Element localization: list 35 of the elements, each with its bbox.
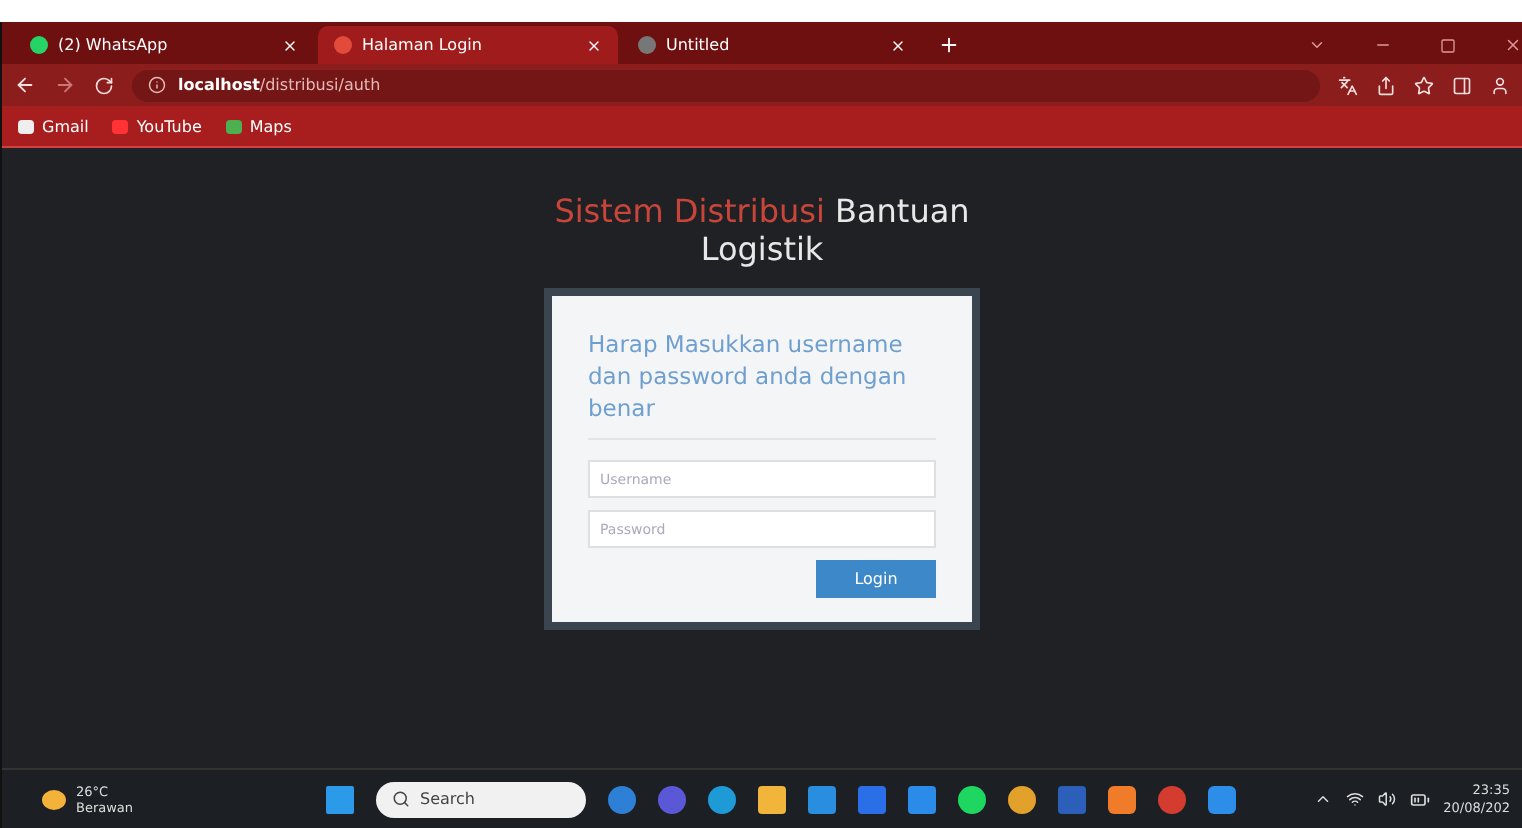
login-button[interactable]: Login xyxy=(816,560,936,598)
page-heading: Sistem Distribusi Bantuan Logistik xyxy=(552,192,972,268)
address-bar[interactable]: localhost/distribusi/auth xyxy=(132,69,1320,101)
new-tab-icon[interactable] xyxy=(938,34,960,56)
bookmark-link[interactable]: Gmail xyxy=(18,117,89,135)
browser-tab[interactable]: (2) WhatsApp xyxy=(14,26,314,64)
login-instruction: Harap Masukkan username dan password anda dengan benar xyxy=(588,328,936,440)
forward-icon[interactable] xyxy=(54,74,76,96)
info-icon[interactable] xyxy=(148,76,166,94)
volume-icon[interactable] xyxy=(1377,790,1396,808)
star-icon[interactable] xyxy=(1414,75,1434,95)
taskbar-search[interactable]: Search xyxy=(376,781,586,817)
translate-icon[interactable] xyxy=(1338,75,1358,95)
side-panel-icon[interactable] xyxy=(1452,75,1472,95)
maximize-icon[interactable] xyxy=(1440,38,1456,54)
share-icon[interactable] xyxy=(1376,75,1396,95)
bookmark-link[interactable]: YouTube xyxy=(112,117,202,135)
tab-favicon-icon xyxy=(334,36,352,54)
bookmark-link[interactable]: Maps xyxy=(225,117,292,135)
browser-tab[interactable]: Halaman Login xyxy=(318,26,618,64)
reload-icon[interactable] xyxy=(94,75,114,95)
tab-favicon-icon xyxy=(638,36,656,54)
close-icon[interactable] xyxy=(1504,36,1522,54)
wifi-icon[interactable] xyxy=(1345,790,1364,808)
url-text: localhost/distribusi/auth xyxy=(178,76,381,94)
search-icon xyxy=(392,790,410,808)
search-placeholder: Search xyxy=(420,790,475,808)
tab-favicon-icon xyxy=(30,36,48,54)
browser-tab[interactable]: Untitled xyxy=(622,26,922,64)
back-icon[interactable] xyxy=(14,74,36,96)
start-icon[interactable] xyxy=(326,785,354,813)
tray-expand-icon[interactable] xyxy=(1313,790,1332,808)
battery-icon[interactable] xyxy=(1409,789,1430,809)
tab-list-icon[interactable] xyxy=(1308,36,1326,54)
profile-icon[interactable] xyxy=(1490,75,1510,95)
